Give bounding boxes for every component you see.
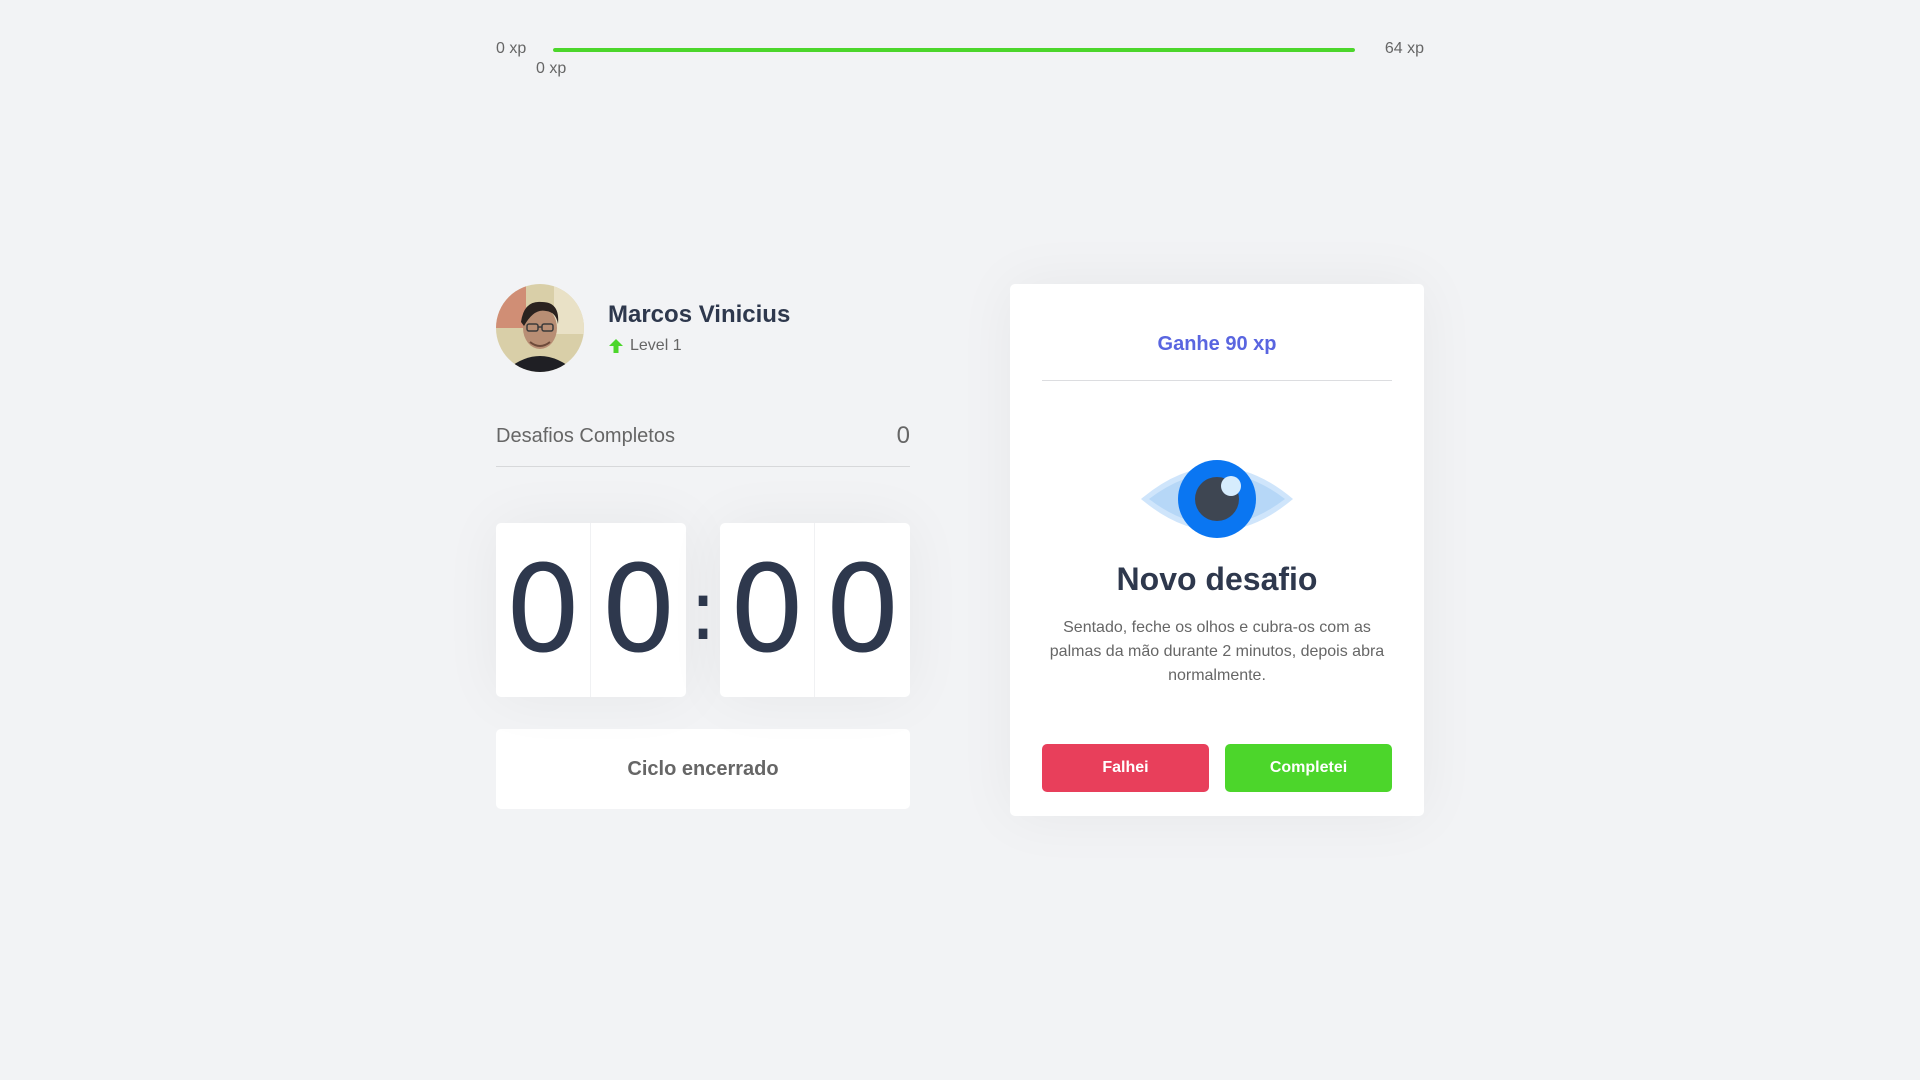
challenge-card: Ganhe 90 xp Novo desafio Sentado, feche … [1010, 284, 1424, 816]
xp-progress-fill [553, 48, 1355, 52]
challenge-actions: Falhei Completei [1042, 744, 1392, 792]
app-page: 0 xp 0 xp 64 xp Marcos Vinicius Level 1 … [0, 0, 1920, 1080]
challenge-title: Novo desafio [1116, 561, 1318, 597]
level-up-arrow-icon [608, 338, 624, 354]
profile-name: Marcos Vinicius [608, 301, 791, 328]
countdown-minutes: 0 0 [496, 523, 686, 697]
xp-min-label: 0 xp [496, 40, 527, 57]
completed-challenges: Desafios Completos 0 [496, 422, 910, 467]
xp-track [553, 48, 1355, 52]
minutes-tens-digit: 0 [496, 523, 591, 697]
xp-max-label: 64 xp [1384, 40, 1424, 57]
avatar [496, 284, 584, 372]
profile: Marcos Vinicius Level 1 [496, 284, 910, 372]
xp-current-label: 0 xp [536, 60, 567, 77]
profile-level: Level 1 [608, 337, 790, 355]
countdown: 0 0 : 0 0 [496, 523, 910, 697]
seconds-tens-digit: 0 [720, 523, 815, 697]
challenge-reward: Ganhe 90 xp [1042, 308, 1392, 381]
experience-bar: 0 xp 0 xp 64 xp [496, 40, 1424, 77]
completed-challenges-count: 0 [896, 422, 910, 449]
minutes-units-digit: 0 [600, 540, 677, 680]
countdown-seconds: 0 0 [720, 523, 910, 697]
eye-icon [1141, 460, 1293, 538]
challenge-description: Sentado, feche os olhos e cubra-os com a… [1049, 619, 1385, 684]
challenge-body: Novo desafio Sentado, feche os olhos e c… [1042, 381, 1392, 688]
seconds-units-digit: 0 [824, 540, 901, 680]
profile-info: Marcos Vinicius Level 1 [608, 301, 790, 355]
complete-button[interactable]: Completei [1225, 744, 1392, 792]
completed-challenges-label: Desafios Completos [496, 424, 675, 447]
cycle-ended-button[interactable]: Ciclo encerrado [496, 729, 910, 809]
left-column: Marcos Vinicius Level 1 Desafios Complet… [496, 284, 910, 809]
countdown-separator: : [688, 561, 718, 659]
avatar-image [496, 284, 584, 372]
fail-button[interactable]: Falhei [1042, 744, 1209, 792]
profile-level-label: Level 1 [630, 337, 682, 354]
